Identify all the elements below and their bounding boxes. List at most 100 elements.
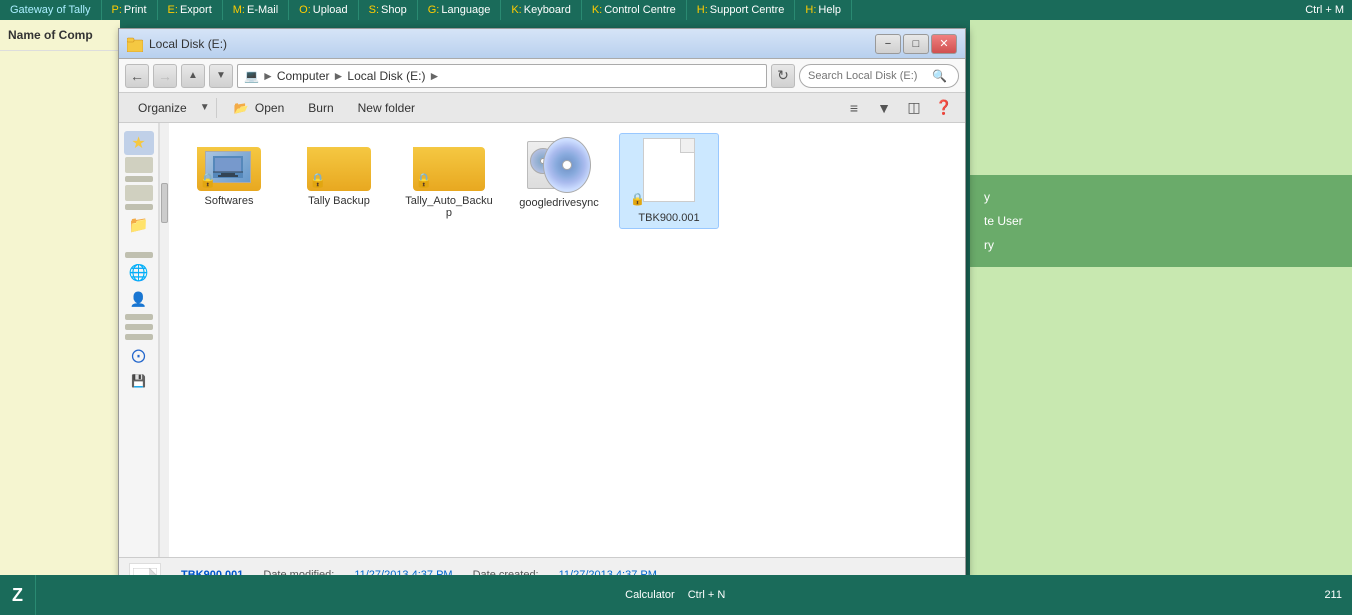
nav-icon-2[interactable] (125, 157, 153, 173)
window-title: Local Disk (E:) (149, 37, 875, 51)
recent-button[interactable]: ▼ (209, 64, 233, 88)
minimize-button[interactable]: − (875, 34, 901, 54)
maximize-button[interactable]: □ (903, 34, 929, 54)
view-dropdown-button[interactable]: ▼ (871, 97, 897, 119)
nav-network-icon[interactable]: 🌐 (124, 261, 154, 285)
info-line-3: ry (984, 233, 1338, 257)
preview-button[interactable]: ◫ (901, 97, 927, 119)
nav-divider-4 (125, 314, 153, 320)
left-nav-scrollbar[interactable] (159, 123, 169, 557)
search-icon: 🔍 (932, 69, 947, 83)
menu-item-gateway: Gateway of Tally (0, 0, 102, 20)
company-name: Name of Comp (0, 20, 120, 51)
search-box[interactable]: 🔍 (799, 64, 959, 88)
toolbar: Organize ▼ 📂 Open Burn New folder ≡ ▼ ◫ … (119, 93, 965, 123)
nav-icon-3[interactable] (125, 185, 153, 201)
title-bar: Local Disk (E:) − □ ✕ (119, 29, 965, 59)
path-computer: 💻 (244, 69, 259, 83)
nav-divider-2 (125, 204, 153, 210)
bottom-bar: Z Calculator Ctrl + N 211 (0, 575, 1352, 615)
lock-icon-softwares: 🔒 (199, 172, 216, 189)
burn-button[interactable]: Burn (297, 97, 344, 119)
calculator-text: Calculator (625, 589, 675, 601)
scrollbar-thumb[interactable] (161, 183, 168, 223)
tbk900-doc-icon (643, 138, 695, 202)
file-item-tally-backup[interactable]: 🔒 Tally Backup (289, 133, 389, 229)
file-item-tally-auto[interactable]: 🔒 Tally_Auto_Backup (399, 133, 499, 229)
info-line-1: y (984, 185, 1338, 209)
file-item-softwares[interactable]: 🔒 Softwares (179, 133, 279, 229)
menu-item-support[interactable]: H: Support Centre (687, 0, 796, 20)
menu-item-help[interactable]: H: Help (795, 0, 852, 20)
info-line-2: te User (984, 209, 1338, 233)
explorer-body: ★ 📁 🌐 👤 ⨀ 💾 (119, 123, 965, 557)
search-input[interactable] (808, 70, 928, 82)
refresh-button[interactable]: ↻ (771, 64, 795, 88)
nav-windows-icon[interactable]: ⨀ (124, 343, 154, 367)
nav-favorites-icon[interactable]: ★ (124, 131, 154, 155)
softwares-label: Softwares (205, 195, 254, 207)
nav-divider-1 (125, 176, 153, 182)
tally-right-panel: y te User ry (970, 20, 1352, 575)
tbk900-label: TBK900.001 (638, 212, 699, 224)
nav-folder-icon[interactable]: 📁 (124, 213, 154, 237)
menu-item-upload[interactable]: O: Upload (289, 0, 358, 20)
folder-title-icon (127, 36, 143, 52)
explorer-window: Local Disk (E:) − □ ✕ ← → ▲ ▼ 💻 ► Comput… (118, 28, 966, 608)
lock-icon-tally-auto: 🔒 (415, 172, 432, 189)
gdrive-label: googledrivesync (519, 197, 599, 209)
top-menu-bar: Gateway of Tally P: Print E: Export M: E… (0, 0, 1352, 20)
back-button[interactable]: ← (125, 64, 149, 88)
calculator-shortcut: Ctrl + N (688, 589, 726, 601)
bottom-z: Z (0, 575, 36, 615)
lock-icon-tbk: 🔒 (630, 192, 645, 206)
tally-backup-folder-icon: 🔒 (307, 137, 371, 191)
calculator-label: Calculator Ctrl + N (615, 587, 735, 603)
tally-auto-label: Tally_Auto_Backup (405, 195, 492, 219)
gdrive-icon-wrap (527, 137, 591, 193)
organize-button[interactable]: Organize (127, 97, 198, 119)
nav-icon-small[interactable]: 💾 (124, 369, 154, 393)
nav-person-icon[interactable]: 👤 (124, 287, 154, 311)
nav-divider-3 (125, 252, 153, 258)
toolbar-right: ≡ ▼ ◫ ❓ (841, 97, 957, 119)
menu-item-keyboard[interactable]: K: Keyboard (501, 0, 582, 20)
ctrl-m-label: Ctrl + M (1297, 2, 1352, 18)
file-item-tbk900[interactable]: 🔒 TBK900.001 (619, 133, 719, 229)
menu-item-email[interactable]: M: E-Mail (223, 0, 289, 20)
lock-icon-tally-backup: 🔒 (309, 172, 326, 189)
toolbar-separator-1 (216, 98, 217, 118)
address-bar: ← → ▲ ▼ 💻 ► Computer ► Local Disk (E:) ►… (119, 59, 965, 93)
tally-left-panel: Name of Comp (0, 20, 120, 575)
tally-info-panel: y te User ry (970, 175, 1352, 267)
menu-right: Ctrl + M (1297, 2, 1352, 18)
bottom-z-num: 211 (1314, 587, 1352, 603)
doc-fold (680, 139, 694, 153)
file-item-gdrive[interactable]: googledrivesync (509, 133, 609, 229)
forward-button[interactable]: → (153, 64, 177, 88)
doc-body (643, 138, 695, 202)
close-button[interactable]: ✕ (931, 34, 957, 54)
organize-dropdown-icon[interactable]: ▼ (200, 102, 210, 113)
address-path[interactable]: 💻 ► Computer ► Local Disk (E:) ► (237, 64, 767, 88)
menu-item-export[interactable]: E: Export (158, 0, 223, 20)
softwares-folder-icon: 🔒 (197, 137, 261, 191)
open-button[interactable]: 📂 Open (223, 97, 296, 119)
file-area: 🔒 Softwares 🔒 Tally Backup (169, 123, 965, 557)
cd-hole (562, 160, 572, 170)
path-computer-label: Computer (277, 69, 330, 83)
menu-item-shop[interactable]: S: Shop (359, 0, 418, 20)
path-localdisk: Local Disk (E:) (347, 69, 425, 83)
open-folder-icon: 📂 (234, 101, 249, 115)
tally-auto-folder-icon: 🔒 (413, 137, 485, 191)
help-button[interactable]: ❓ (931, 97, 957, 119)
up-button[interactable]: ▲ (181, 64, 205, 88)
menu-item-language[interactable]: G: Language (418, 0, 502, 20)
view-toggle-button[interactable]: ≡ (841, 97, 867, 119)
cd-icon (543, 137, 591, 193)
nav-divider-5 (125, 324, 153, 330)
menu-item-print[interactable]: P: Print (102, 0, 158, 20)
new-folder-button[interactable]: New folder (347, 97, 426, 119)
menu-item-control[interactable]: K: Control Centre (582, 0, 687, 20)
window-controls: − □ ✕ (875, 34, 957, 54)
